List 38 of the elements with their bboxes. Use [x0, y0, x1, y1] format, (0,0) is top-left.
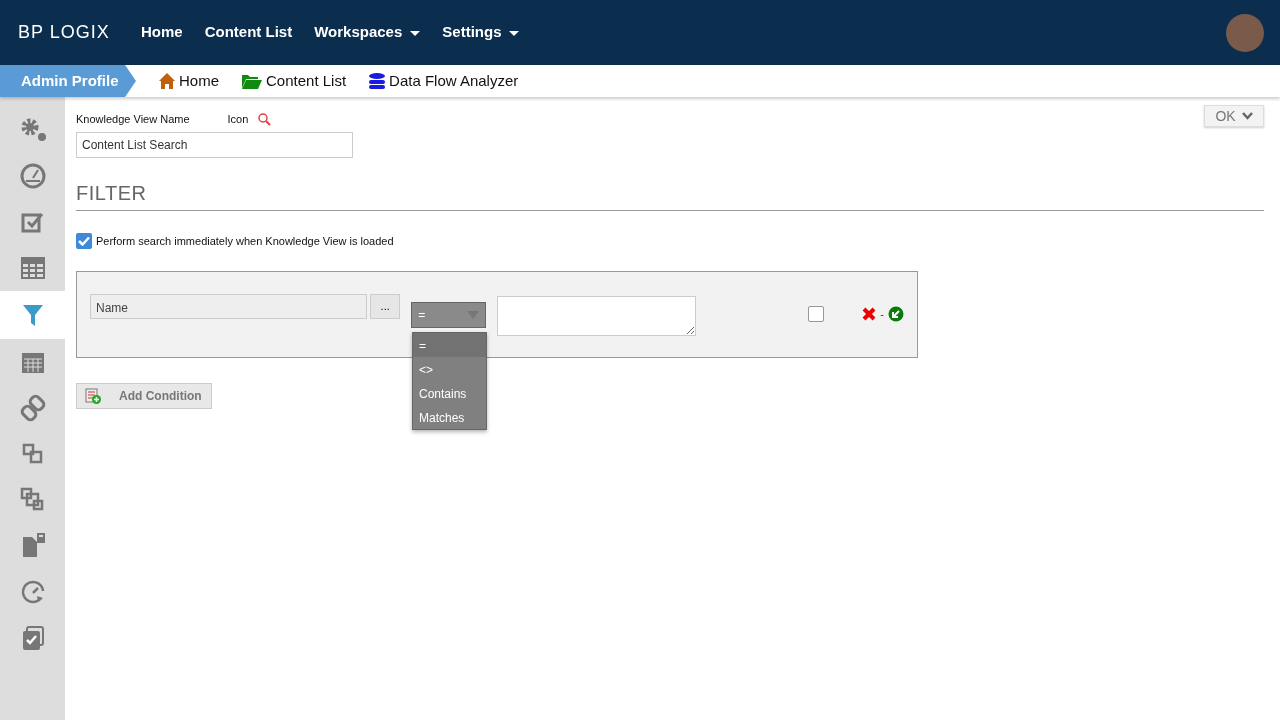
menu-option[interactable]: Matches [413, 405, 486, 429]
sidebar-tab[interactable] [0, 291, 65, 339]
avatar[interactable] [1226, 13, 1264, 52]
checkbox-label: Perform search immediately when Knowledge View is loaded [96, 233, 394, 249]
separator-text: - [880, 307, 884, 322]
home-icon [158, 72, 176, 90]
table-icon [18, 254, 47, 282]
folder-icon [241, 72, 263, 90]
field-label: Icon [227, 112, 249, 127]
add-condition-button[interactable]: Add Condition [76, 383, 212, 409]
field-input[interactable]: Name [90, 294, 368, 319]
nav-link[interactable]: Content List [193, 21, 304, 44]
view-title-input[interactable]: Content List Search [76, 131, 353, 158]
breadcrumb-link[interactable]: Home [158, 69, 219, 93]
breadcrumb-link[interactable]: Data Flow Analyzer [368, 69, 519, 93]
chevron-down-icon [1241, 112, 1253, 120]
nav-link[interactable]: Home [130, 21, 194, 44]
logo[interactable]: BP LOGIX [0, 19, 130, 46]
list-add-icon [85, 388, 101, 404]
nav-link[interactable]: Settings [431, 21, 531, 44]
menu-option[interactable]: Contains [413, 381, 486, 405]
gauge-icon [18, 162, 47, 190]
nav-link[interactable]: Workspaces [303, 21, 432, 44]
field-label: Knowledge View Name [76, 112, 190, 127]
browse-button[interactable]: ... [370, 294, 401, 319]
menu-option[interactable]: = [413, 333, 486, 357]
menu-option[interactable]: <> [413, 357, 486, 381]
database-icon [368, 72, 387, 90]
section-title: FILTER [76, 177, 1264, 211]
value-input[interactable] [496, 296, 697, 336]
ok-button[interactable]: OK [1204, 105, 1264, 127]
delete-icon[interactable] [862, 307, 877, 322]
search-icon[interactable] [258, 112, 272, 126]
breadcrumb-link[interactable]: Content List [241, 69, 347, 93]
arrow-circle-icon[interactable] [888, 306, 904, 323]
checkbox[interactable] [76, 232, 92, 249]
checkbox[interactable] [808, 306, 825, 322]
link-icon [18, 394, 47, 422]
